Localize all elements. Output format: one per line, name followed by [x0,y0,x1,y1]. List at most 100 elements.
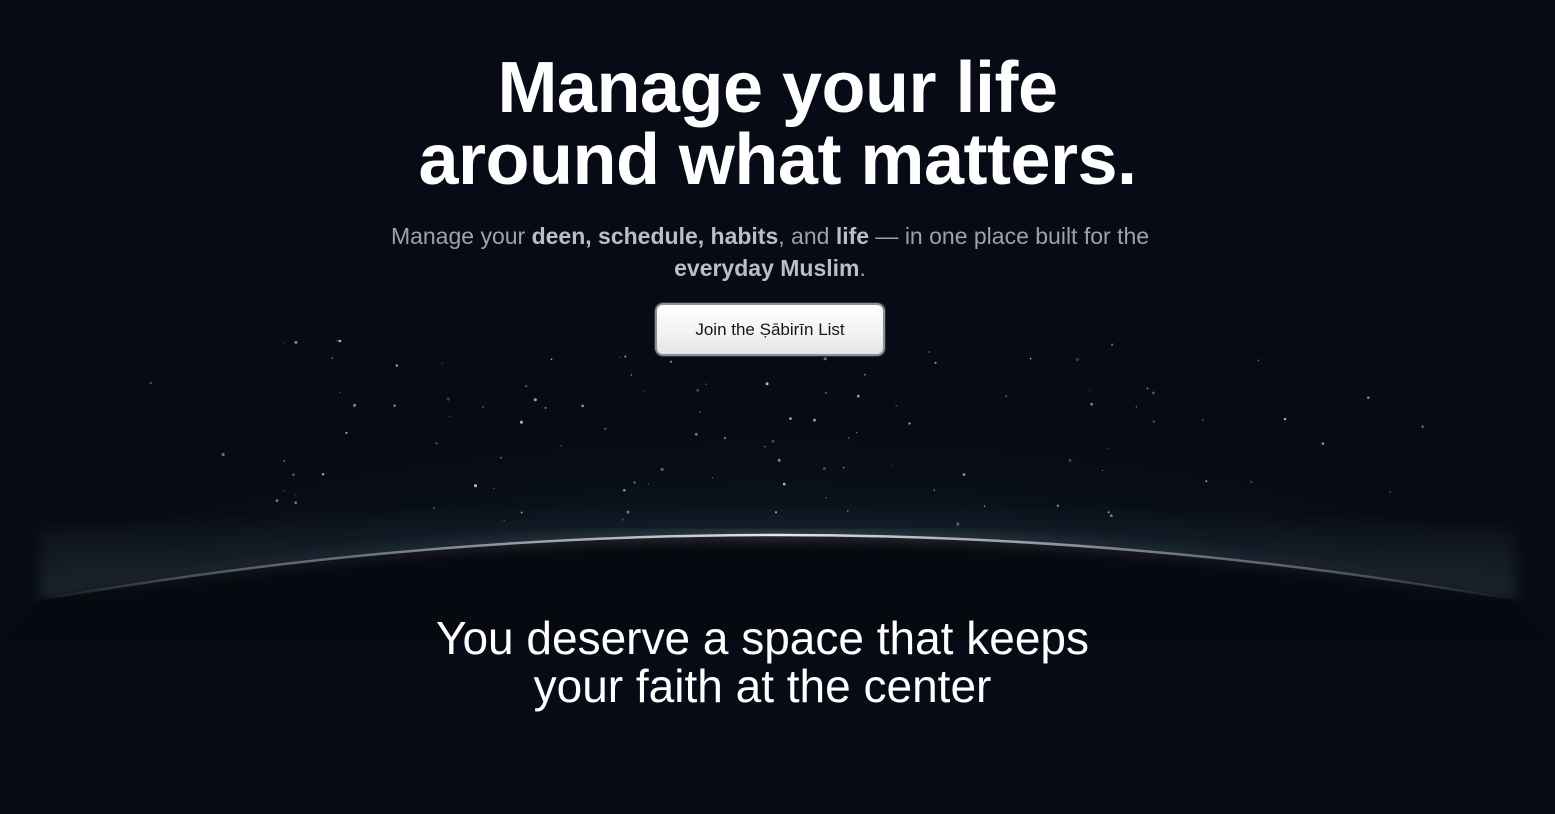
star [823,357,827,361]
star [604,427,607,430]
star [395,364,398,367]
star [822,467,826,470]
headline-line-1: Manage your life [497,48,1058,128]
star [353,403,357,407]
star [482,406,484,408]
star [338,340,342,343]
star [1257,359,1260,362]
star [533,398,537,402]
star [789,417,792,420]
star [283,342,285,344]
star [764,445,766,448]
star [856,432,858,434]
star [962,473,966,476]
subhead-text-1: Manage your [390,223,532,249]
star [626,510,630,514]
star [544,406,547,409]
star [519,420,523,424]
star [825,392,827,394]
star [500,456,503,459]
star [1029,357,1032,360]
hero-headline: Manage your life around what matters. [0,52,1555,196]
star [895,405,897,407]
star [550,358,553,361]
star [705,383,707,386]
star [275,499,279,502]
star [1111,343,1114,346]
star [846,510,849,512]
subhead-bold-2: life [835,223,870,249]
star [525,384,528,388]
star [448,415,451,418]
star [933,489,936,491]
subhead-bold-1: deen, schedule, habits [531,223,779,249]
star [345,431,348,434]
star [1421,425,1424,428]
star [1107,511,1110,514]
star [1107,447,1109,449]
star [433,507,435,509]
star [642,391,644,392]
star [956,524,959,527]
headline-line-2: around what matters. [418,120,1137,200]
star [473,484,478,488]
star [633,481,636,484]
star [1152,420,1156,423]
star [1321,442,1325,445]
star [624,355,627,358]
star [771,439,775,443]
star [283,489,286,492]
star [660,467,664,471]
star [847,437,850,439]
star [621,518,624,521]
star [669,360,673,364]
join-list-button[interactable]: Join the Ṣābirīn List [655,303,885,356]
star [1283,417,1287,421]
star [294,340,298,344]
star [694,432,698,436]
star [560,445,562,447]
section-title: You deserve a space that keeps your fait… [436,612,1089,712]
subhead-text-4: . [859,255,866,281]
star [928,351,931,353]
subhead-text-2: , and [778,223,836,249]
star [331,357,334,359]
star [890,465,892,467]
star [1146,387,1149,390]
star [1101,469,1104,472]
star [1250,480,1253,484]
star [321,473,325,476]
star [339,391,341,394]
star [696,388,700,392]
star [1135,406,1137,408]
star [622,488,626,492]
star [619,356,621,358]
star [777,458,781,462]
subhead-bold-3: everyday Muslim [674,255,860,281]
star [149,381,152,385]
star [856,394,860,398]
star [1005,395,1008,398]
star [908,422,911,425]
star [221,453,225,457]
star [1205,480,1208,483]
star [1151,391,1155,395]
star [775,511,777,514]
star [1088,390,1091,392]
star [647,483,649,485]
star [864,373,866,376]
star [1068,458,1072,462]
star [295,494,297,496]
star [698,411,701,413]
star [630,374,633,376]
star [503,519,505,522]
star [335,340,337,341]
star [825,497,827,499]
star [1090,402,1093,406]
star [393,404,396,407]
star [1073,473,1075,475]
star [782,482,786,486]
star [294,501,298,505]
star [442,362,444,364]
star [956,522,960,526]
